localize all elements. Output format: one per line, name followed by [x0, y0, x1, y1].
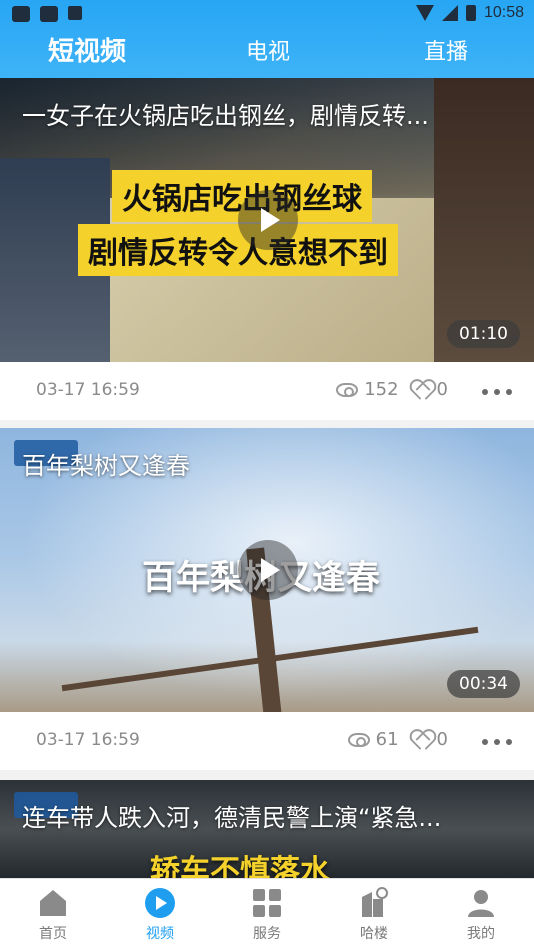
nav-profile-label: 我的 [467, 926, 495, 942]
wifi-icon [415, 5, 434, 21]
video-feed[interactable]: 火锅店吃出钢丝球 剧情反转令人意想不到 一女子在火锅店吃出钢丝，剧情反转... … [0, 78, 534, 878]
video-duration: 01:10 [447, 320, 520, 348]
video-thumbnail[interactable]: 火锅店吃出钢丝球 剧情反转令人意想不到 一女子在火锅店吃出钢丝，剧情反转... … [0, 78, 534, 362]
view-count: 152 [364, 379, 399, 400]
battery-icon [465, 5, 476, 21]
app-icon [40, 6, 58, 22]
video-icon [144, 887, 176, 919]
nav-home[interactable]: 首页 [13, 887, 93, 943]
building-icon [358, 887, 390, 919]
video-card[interactable]: 轿车不慎落水 连车带人跌入河，德清民警上演“紧急... [0, 780, 534, 878]
like-count: 0 [436, 729, 448, 750]
signal-icon [441, 5, 458, 21]
bag-icon [12, 6, 30, 22]
eye-icon [336, 382, 359, 397]
tab-tv[interactable]: 电视 [246, 34, 290, 66]
nav-halou[interactable]: 哈楼 [334, 887, 414, 943]
font-icon [68, 6, 82, 20]
grid-icon [251, 887, 283, 919]
home-icon [37, 887, 69, 919]
profile-icon [465, 887, 497, 919]
play-icon[interactable] [238, 540, 298, 600]
heart-icon[interactable] [411, 381, 431, 399]
status-bar: 10:58 [0, 0, 534, 28]
video-duration: 00:34 [447, 670, 520, 698]
nav-halou-label: 哈楼 [360, 926, 388, 942]
top-tabs: 短视频 电视 直播 [0, 34, 534, 74]
more-options-icon[interactable] [482, 739, 512, 745]
video-title: 连车带人跌入河，德清民警上演“紧急... [22, 804, 442, 832]
play-icon[interactable] [238, 190, 298, 250]
video-card[interactable]: 火锅店吃出钢丝球 剧情反转令人意想不到 一女子在火锅店吃出钢丝，剧情反转... … [0, 78, 534, 420]
bottom-nav: 首页 视频 服务 哈楼 我的 [0, 878, 534, 950]
clock: 10:58 [483, 4, 524, 21]
publish-date: 03-17 16:59 [36, 380, 140, 400]
caption-line-1: 轿车不慎落水 [150, 854, 330, 878]
publish-date: 03-17 16:59 [36, 730, 140, 750]
tab-live[interactable]: 直播 [424, 34, 468, 66]
more-options-icon[interactable] [482, 389, 512, 395]
tab-short-video[interactable]: 短视频 [48, 31, 126, 68]
nav-video-label: 视频 [146, 926, 174, 942]
video-title: 一女子在火锅店吃出钢丝，剧情反转... [22, 102, 429, 130]
like-count: 0 [436, 379, 448, 400]
caption-line-2: 剧情反转令人意想不到 [78, 224, 398, 276]
video-stats: 61 0 [347, 729, 448, 750]
video-title: 百年梨树又逢春 [22, 452, 190, 480]
video-meta: 03-17 16:59 61 0 [0, 712, 534, 770]
video-thumbnail[interactable]: 轿车不慎落水 连车带人跌入河，德清民警上演“紧急... [0, 780, 534, 878]
heart-icon[interactable] [411, 731, 431, 749]
video-stats: 152 0 [336, 379, 448, 400]
nav-profile[interactable]: 我的 [441, 887, 521, 943]
nav-service-label: 服务 [253, 926, 281, 942]
nav-service[interactable]: 服务 [227, 887, 307, 943]
video-meta: 03-17 16:59 152 0 [0, 362, 534, 420]
video-card[interactable]: 百年梨树又逢春 百年梨树又逢春 00:34 03-17 16:59 61 0 [0, 428, 534, 770]
eye-icon [347, 732, 370, 747]
nav-home-label: 首页 [39, 926, 67, 942]
top-bar: 10:58 短视频 电视 直播 [0, 0, 534, 78]
nav-video[interactable]: 视频 [120, 887, 200, 943]
video-thumbnail[interactable]: 百年梨树又逢春 百年梨树又逢春 00:34 [0, 428, 534, 712]
view-count: 61 [375, 729, 399, 750]
